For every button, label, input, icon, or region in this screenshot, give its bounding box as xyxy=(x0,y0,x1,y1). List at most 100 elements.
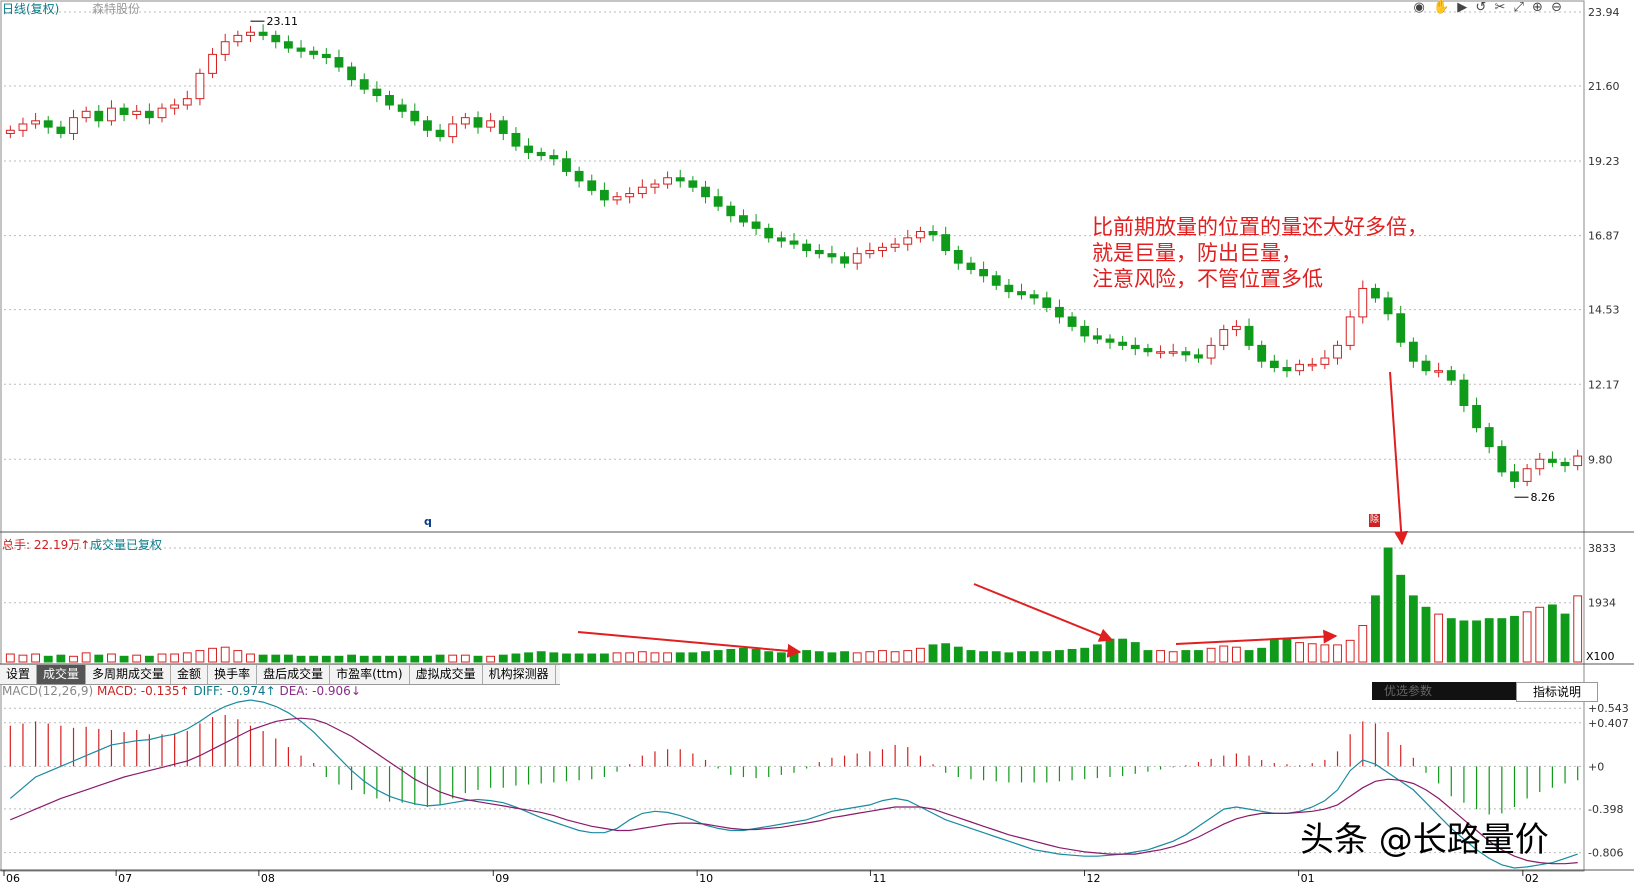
zoom-in-icon[interactable]: ⊕ xyxy=(1532,0,1545,15)
candlestick xyxy=(1307,358,1317,372)
candle-body xyxy=(928,231,938,236)
volume-bar xyxy=(473,655,483,663)
price-axis-label: 12.17 xyxy=(1588,378,1620,391)
tab-volume[interactable]: 成交量 xyxy=(37,665,87,684)
candlestick xyxy=(1295,359,1305,376)
volume-bar xyxy=(650,652,660,663)
candle-body xyxy=(625,193,635,198)
volume-bar xyxy=(599,653,609,663)
scissors-icon[interactable]: ✂ xyxy=(1494,0,1507,15)
hand-icon[interactable]: ✋ xyxy=(1433,0,1451,15)
volume-bar xyxy=(979,651,989,663)
tab-after-hours-volume[interactable]: 盘后成交量 xyxy=(257,665,331,684)
volume-bar xyxy=(372,655,382,663)
candlestick xyxy=(776,231,786,248)
candlestick xyxy=(1510,463,1519,489)
volume-bar xyxy=(511,653,521,663)
candlestick xyxy=(751,214,761,235)
volume-bar xyxy=(1194,650,1203,663)
candle-body xyxy=(890,243,900,248)
candle-body xyxy=(1143,348,1153,353)
volume-bar xyxy=(1320,644,1330,663)
candlestick xyxy=(953,245,963,270)
candle-body xyxy=(1206,344,1216,359)
zoom-out-icon[interactable]: ⊖ xyxy=(1551,0,1564,15)
volume-bar xyxy=(1396,574,1406,663)
annotation-arrow xyxy=(1175,629,1338,645)
candlestick xyxy=(827,245,837,264)
candle-body xyxy=(637,186,647,195)
candlestick xyxy=(612,191,622,205)
tab-virtual-volume[interactable]: 虚拟成交量 xyxy=(410,665,483,684)
indicator-help-button[interactable]: 指标说明 xyxy=(1516,682,1598,702)
candlestick xyxy=(233,30,243,47)
candlestick xyxy=(69,109,78,141)
volume-bar xyxy=(1560,613,1570,663)
macd-title[interactable]: MACD(12,26,9) xyxy=(2,684,93,698)
candlestick xyxy=(460,112,470,129)
optimized-params-box[interactable]: 优选参数 xyxy=(1372,682,1524,700)
volume-bar xyxy=(1371,595,1380,663)
chart-toolbar[interactable]: ◉ ✋ ▶ ↺ ✂ ⤢ ⊕ ⊖ xyxy=(1413,0,1564,15)
macd-axis-label: +0.407 xyxy=(1588,717,1629,730)
tab-turnover[interactable]: 换手率 xyxy=(208,665,258,684)
volume-bar xyxy=(878,650,887,663)
diff-value: DIFF: -0.974↑ xyxy=(193,684,276,698)
volume-bar xyxy=(776,652,786,663)
tab-settings[interactable]: 设置 xyxy=(0,665,38,684)
candlestick xyxy=(1105,334,1115,349)
eye-icon[interactable]: ◉ xyxy=(1413,0,1426,15)
candlestick xyxy=(1282,359,1292,378)
expand-icon[interactable]: ⤢ xyxy=(1514,0,1526,15)
candle-body xyxy=(1194,354,1203,359)
volume-bar xyxy=(1446,618,1456,663)
tab-multi-period-volume[interactable]: 多周期成交量 xyxy=(86,665,172,684)
volume-bar xyxy=(1105,638,1115,663)
volume-bar xyxy=(1434,613,1444,663)
candle-body xyxy=(1029,294,1039,299)
candlestick xyxy=(1042,291,1052,313)
candle-body xyxy=(915,231,925,239)
volume-bar xyxy=(359,655,369,663)
chart-title[interactable]: 日线(复权) xyxy=(2,0,59,17)
undo-icon[interactable]: ↺ xyxy=(1475,0,1488,15)
play-icon[interactable]: ▶ xyxy=(1457,0,1469,15)
candle-body xyxy=(195,72,205,100)
candle-body xyxy=(827,253,837,258)
candle-body xyxy=(296,47,306,52)
candlestick xyxy=(1472,397,1481,433)
candlestick xyxy=(1029,290,1039,305)
volume-bar xyxy=(1497,618,1507,663)
volume-bar xyxy=(1358,625,1368,663)
candle-body xyxy=(953,249,963,264)
tab-institution-detector[interactable]: 机构探测器 xyxy=(483,665,556,684)
tab-amount[interactable]: 金额 xyxy=(171,665,209,684)
candle-body xyxy=(587,180,597,191)
candlestick xyxy=(1143,343,1153,357)
volume-bar xyxy=(536,651,546,663)
volume-bar xyxy=(1067,648,1077,663)
volume-bar xyxy=(486,655,496,663)
macd-axis-label: -0.806 xyxy=(1588,847,1623,860)
candle-body xyxy=(1484,427,1494,448)
candlestick xyxy=(890,237,900,253)
candlestick xyxy=(283,35,293,53)
volume-bar xyxy=(688,652,698,663)
volume-bar xyxy=(157,653,167,663)
annotation-line-2: 就是巨量，防出巨量， xyxy=(1092,241,1302,265)
ex-rights-marker[interactable]: 除 xyxy=(1369,514,1380,527)
chart-canvas[interactable]: 23.94 21.60 19.23 16.87 14.53 12.17 9.80 23.11 8… xyxy=(0,0,1634,885)
candle-body xyxy=(612,196,622,201)
volume-bar xyxy=(1181,650,1191,663)
macd-axis-label: -0.398 xyxy=(1588,803,1623,816)
candle-body xyxy=(1446,370,1456,381)
candle-body xyxy=(1055,306,1064,318)
candlestick xyxy=(220,33,230,62)
volume-bar xyxy=(309,655,319,663)
candle-body xyxy=(1497,446,1507,473)
candle-body xyxy=(726,205,736,217)
tab-pe-ttm[interactable]: 市盈率(ttm) xyxy=(330,665,410,684)
volume-bar xyxy=(840,651,849,663)
date-label: 09 xyxy=(495,872,509,885)
annotation-arrow xyxy=(973,583,1114,642)
